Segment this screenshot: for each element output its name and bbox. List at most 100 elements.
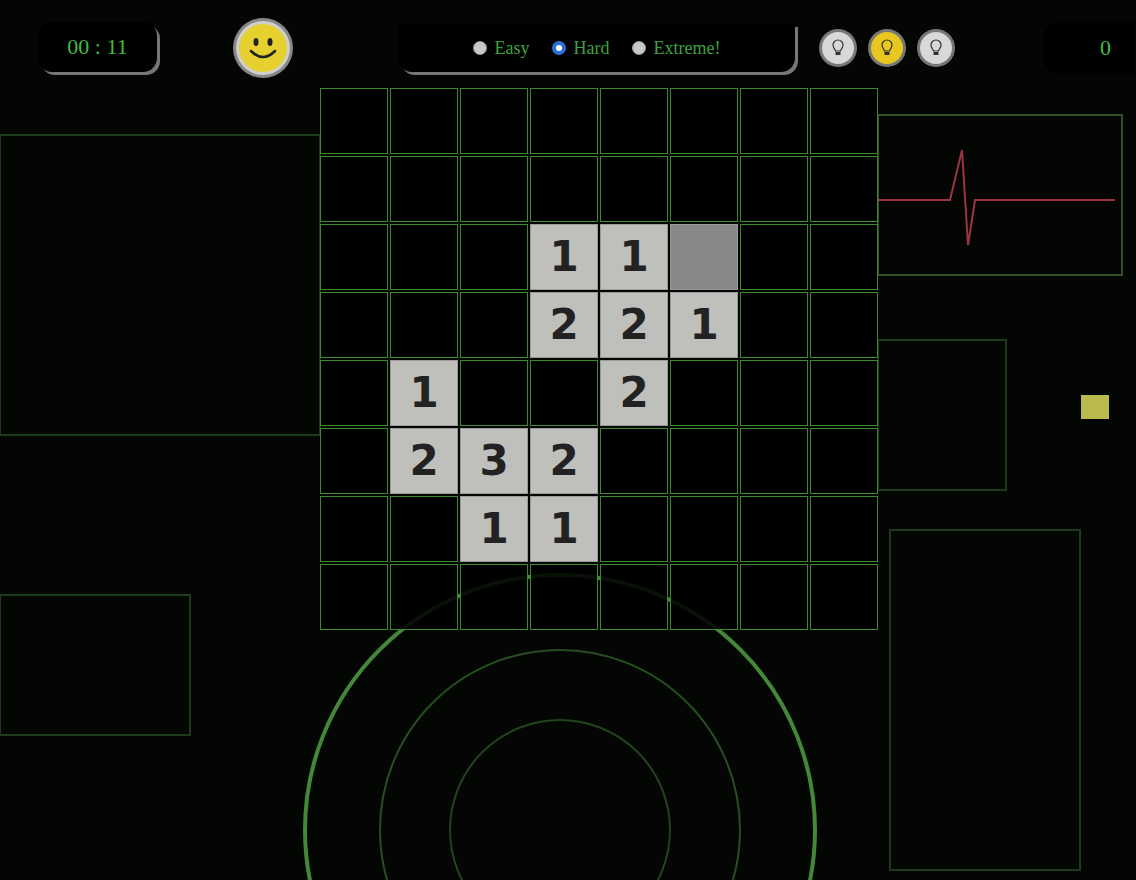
board-cell[interactable]: [810, 428, 878, 494]
board-cell[interactable]: [670, 564, 738, 630]
board-cell[interactable]: [740, 360, 808, 426]
board-cell[interactable]: 1: [390, 360, 458, 426]
difficulty-option[interactable]: Hard: [552, 38, 610, 59]
board-cell[interactable]: [320, 156, 388, 222]
board-cell[interactable]: [320, 564, 388, 630]
board-cell[interactable]: [390, 156, 458, 222]
difficulty-label: Extreme!: [654, 38, 721, 59]
board-cell[interactable]: [670, 360, 738, 426]
board-cell[interactable]: [530, 564, 598, 630]
board-cell[interactable]: [600, 156, 668, 222]
board-cell[interactable]: [670, 156, 738, 222]
hint-button[interactable]: [916, 28, 956, 68]
cell-number: 1: [549, 236, 578, 278]
board-cell[interactable]: [390, 496, 458, 562]
board-cell[interactable]: [460, 564, 528, 630]
board-cell[interactable]: [740, 428, 808, 494]
top-bar: 00 : 11 Easy Hard Extreme! 0: [0, 0, 1136, 96]
board-cell[interactable]: 2: [600, 360, 668, 426]
cell-number: 2: [549, 440, 578, 482]
board-cell[interactable]: [320, 360, 388, 426]
difficulty-option[interactable]: Easy: [473, 38, 530, 59]
board-cell[interactable]: 1: [670, 292, 738, 358]
smiley-button[interactable]: [232, 17, 294, 79]
cell-number: 1: [549, 508, 578, 550]
board-cell[interactable]: [390, 564, 458, 630]
difficulty-label: Easy: [495, 38, 530, 59]
smiley-icon: [232, 17, 294, 79]
board-cell[interactable]: [390, 292, 458, 358]
lightbulb-icon: [818, 28, 858, 68]
cell-number: 2: [409, 440, 438, 482]
cell-number: 2: [619, 372, 648, 414]
cell-number: 1: [689, 304, 718, 346]
board-cell[interactable]: [740, 224, 808, 290]
board-cell[interactable]: [740, 292, 808, 358]
board-cell[interactable]: [810, 224, 878, 290]
board-cell[interactable]: 2: [390, 428, 458, 494]
hint-button[interactable]: [818, 28, 858, 68]
cell-number: 1: [479, 508, 508, 550]
board-cell[interactable]: [670, 428, 738, 494]
board-cell[interactable]: 2: [600, 292, 668, 358]
board-cell[interactable]: [460, 224, 528, 290]
board-cell[interactable]: [670, 88, 738, 154]
difficulty-label: Hard: [574, 38, 610, 59]
board-cell[interactable]: [810, 156, 878, 222]
board-cell[interactable]: 1: [460, 496, 528, 562]
board-cell[interactable]: [530, 156, 598, 222]
board-cell[interactable]: [810, 88, 878, 154]
timer: 00 : 11: [38, 22, 157, 72]
board-cell[interactable]: [530, 88, 598, 154]
board-cell[interactable]: 1: [530, 496, 598, 562]
board-cell[interactable]: 1: [600, 224, 668, 290]
radio-button[interactable]: [473, 41, 487, 55]
board-cell[interactable]: [530, 360, 598, 426]
board-cell[interactable]: [600, 564, 668, 630]
game-page: 00 : 11 Easy Hard Extreme! 0 11221122321…: [0, 0, 1136, 880]
cell-number: 1: [409, 372, 438, 414]
score: 0: [1044, 23, 1135, 73]
board-cell[interactable]: [810, 496, 878, 562]
board-cell[interactable]: [600, 496, 668, 562]
radio-button[interactable]: [552, 41, 566, 55]
board-cell[interactable]: 2: [530, 292, 598, 358]
cell-number: 3: [479, 440, 508, 482]
board-cell[interactable]: [320, 224, 388, 290]
difficulty-group: Easy Hard Extreme!: [398, 24, 795, 72]
board-cell[interactable]: [600, 88, 668, 154]
radio-button[interactable]: [632, 41, 646, 55]
board-cell[interactable]: 2: [530, 428, 598, 494]
board-cell[interactable]: [670, 224, 738, 290]
cell-number: 2: [619, 304, 648, 346]
difficulty-option[interactable]: Extreme!: [632, 38, 721, 59]
cell-number: 1: [619, 236, 648, 278]
board-cell[interactable]: [740, 156, 808, 222]
hint-buttons: [818, 28, 956, 68]
cell-number: 2: [549, 304, 578, 346]
board-cell[interactable]: [390, 224, 458, 290]
board-cell[interactable]: [390, 88, 458, 154]
board-cell[interactable]: [740, 496, 808, 562]
board-cell[interactable]: [810, 360, 878, 426]
board-cell[interactable]: 1: [530, 224, 598, 290]
board-cell[interactable]: [740, 88, 808, 154]
board-cell[interactable]: [320, 88, 388, 154]
board-cell[interactable]: [460, 156, 528, 222]
board-cell[interactable]: [810, 292, 878, 358]
hint-button[interactable]: [867, 28, 907, 68]
board-cell[interactable]: [320, 496, 388, 562]
board-cell[interactable]: [460, 360, 528, 426]
board-cell[interactable]: [320, 292, 388, 358]
board-cell[interactable]: [320, 428, 388, 494]
board-cell[interactable]: 3: [460, 428, 528, 494]
lightbulb-icon: [916, 28, 956, 68]
board-cell[interactable]: [740, 564, 808, 630]
board-cell[interactable]: [670, 496, 738, 562]
board-cell[interactable]: [460, 88, 528, 154]
board-cell[interactable]: [460, 292, 528, 358]
board-cell[interactable]: [600, 428, 668, 494]
board-cell[interactable]: [810, 564, 878, 630]
minefield: 112211223211: [320, 88, 878, 630]
lightbulb-icon: [867, 28, 907, 68]
